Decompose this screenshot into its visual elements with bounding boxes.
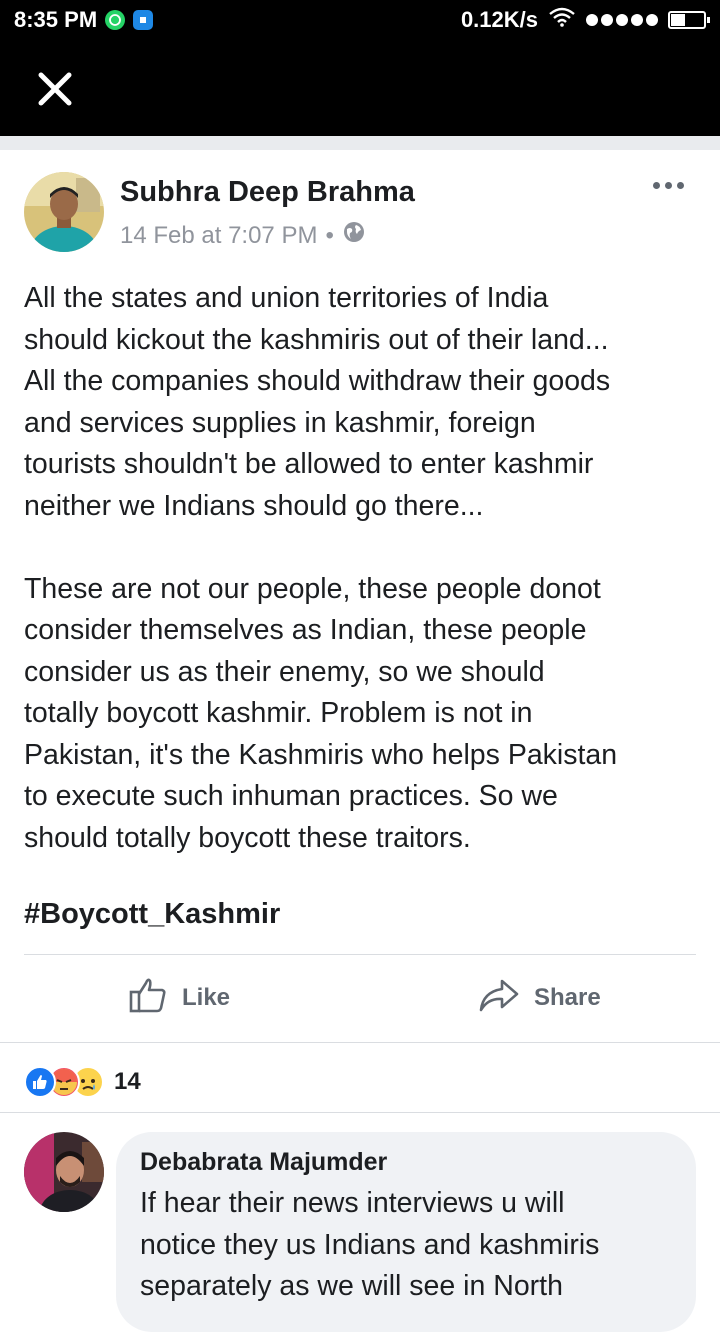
comment-author-name[interactable]: Debabrata Majumder — [140, 1148, 672, 1177]
post-hashtag[interactable]: #Boycott_Kashmir — [24, 898, 280, 931]
like-label: Like — [182, 984, 231, 1011]
divider — [24, 954, 696, 955]
close-icon[interactable] — [34, 68, 76, 110]
app-notification-icon — [133, 10, 154, 30]
whatsapp-icon — [105, 10, 126, 30]
like-button[interactable]: Like — [128, 976, 230, 1020]
status-bar: 8:35 PM 0.12K/s — [0, 0, 720, 40]
post-body: All the states and union territories of … — [24, 282, 618, 854]
post-timestamp[interactable]: 14 Feb at 7:07 PM — [120, 222, 317, 250]
commenter-avatar[interactable] — [24, 1132, 104, 1212]
post-meta: 14 Feb at 7:07 PM • — [120, 220, 366, 251]
wifi-icon — [548, 7, 576, 33]
author-avatar[interactable] — [24, 172, 104, 252]
meta-separator: • — [325, 221, 334, 249]
divider — [0, 1042, 720, 1043]
comment-text: If hear their news interviews u will not… — [140, 1187, 600, 1302]
thumbs-up-icon — [128, 975, 168, 1022]
battery-icon — [668, 11, 710, 29]
status-time: 8:35 PM — [14, 7, 98, 32]
reaction-count: 14 — [114, 1068, 141, 1095]
globe-icon — [342, 220, 366, 251]
section-divider — [0, 136, 720, 150]
signal-icon — [586, 14, 658, 26]
comment-bubble[interactable]: Debabrata Majumder If hear their news in… — [116, 1132, 696, 1332]
share-label: Share — [534, 984, 601, 1011]
like-reaction-icon — [24, 1066, 56, 1098]
share-button[interactable]: Share — [478, 976, 601, 1020]
share-arrow-icon — [478, 975, 520, 1022]
divider — [0, 1112, 720, 1113]
more-options-icon[interactable] — [653, 182, 684, 189]
viewer-top-bar — [0, 40, 720, 136]
reactions-summary[interactable]: 14 — [24, 1066, 141, 1098]
network-speed: 0.12K/s — [460, 7, 538, 32]
post-author-name[interactable]: Subhra Deep Brahma — [120, 176, 415, 209]
